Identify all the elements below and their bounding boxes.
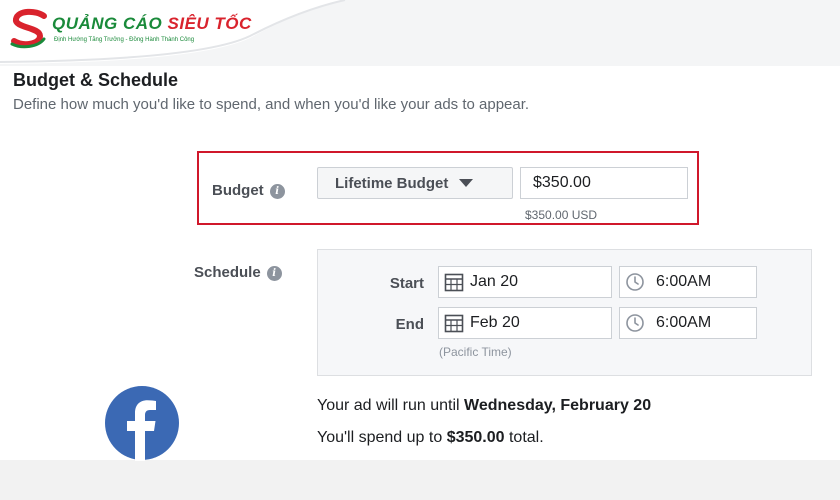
- run-summary-date: Wednesday, February 20: [464, 397, 652, 414]
- budget-type-dropdown[interactable]: Lifetime Budget: [317, 167, 513, 199]
- info-icon[interactable]: i: [269, 184, 285, 199]
- budget-currency-note: $350.00 USD: [525, 208, 598, 222]
- end-label: End: [395, 316, 424, 333]
- schedule-label: Schedule: [194, 264, 261, 281]
- budget-label-row: Budget i: [212, 182, 285, 199]
- spend-summary-amount: $350.00: [446, 429, 505, 446]
- calendar-icon: [444, 314, 464, 333]
- clock-icon: [626, 273, 644, 291]
- info-icon[interactable]: i: [266, 266, 282, 281]
- start-time-value: 6:00AM: [656, 273, 712, 290]
- spend-summary-suffix: total.: [504, 429, 544, 446]
- clock-icon: [626, 314, 644, 332]
- spend-summary-prefix: You'll spend up to: [317, 429, 447, 446]
- brand-header: QUẢNG CÁO SIÊU TỐC Định Hướng Tăng Trưởn…: [0, 0, 840, 66]
- timezone-note: (Pacific Time): [439, 345, 512, 359]
- start-time-input[interactable]: 6:00AM: [619, 266, 757, 298]
- budget-amount-value: $350.00: [533, 174, 591, 191]
- brand-name: QUẢNG CÁO SIÊU TỐC: [52, 14, 252, 34]
- budget-label: Budget: [212, 182, 264, 199]
- chevron-down-icon: [459, 179, 474, 187]
- schedule-label-row: Schedule i: [194, 264, 282, 281]
- ad-settings-screenshot: QUẢNG CÁO SIÊU TỐC Định Hướng Tăng Trưởn…: [0, 0, 840, 461]
- page-title: Budget & Schedule: [13, 70, 179, 90]
- run-summary: Your ad will run until Wednesday, Februa…: [317, 397, 651, 415]
- budget-type-value: Lifetime Budget: [335, 174, 449, 192]
- brand-tagline: Định Hướng Tăng Trưởng - Đồng Hành Thành…: [54, 37, 195, 43]
- brand-name-part1: QUẢNG CÁO: [52, 14, 163, 33]
- budget-amount-input[interactable]: $350.00: [520, 167, 688, 199]
- end-date-value: Feb 20: [470, 314, 520, 331]
- brand-name-part2: SIÊU TỐC: [167, 14, 252, 33]
- end-time-input[interactable]: 6:00AM: [619, 307, 757, 339]
- calendar-icon: [444, 273, 464, 292]
- run-summary-prefix: Your ad will run until: [317, 397, 465, 414]
- spend-summary: You'll spend up to $350.00 total.: [317, 429, 544, 447]
- page-subtitle: Define how much you'd like to spend, and…: [13, 96, 530, 113]
- end-date-input[interactable]: Feb 20: [438, 307, 612, 339]
- start-date-input[interactable]: Jan 20: [438, 266, 612, 298]
- start-date-value: Jan 20: [470, 273, 519, 290]
- start-label: Start: [389, 275, 424, 292]
- facebook-logo-icon: [105, 386, 179, 461]
- end-time-value: 6:00AM: [656, 314, 712, 331]
- brand-logo-icon: [10, 8, 47, 49]
